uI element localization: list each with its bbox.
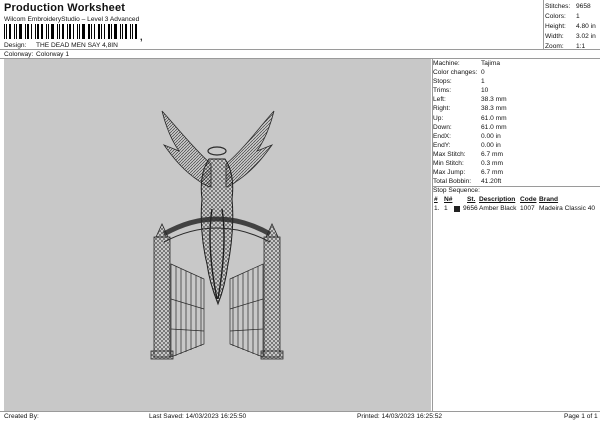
barcode-bar xyxy=(35,24,36,39)
barcode-bar xyxy=(122,24,123,39)
barcode-bar xyxy=(62,24,64,39)
barcode-bar xyxy=(9,24,11,39)
barcode-bar xyxy=(31,24,32,39)
info-row: Trims: 10 xyxy=(433,87,489,95)
footer-printed: Printed: 14/03/2023 16:25:52 xyxy=(357,413,443,420)
info-row: Stops: 1 xyxy=(433,78,485,86)
stop-sequence-row: 1. 1 9656 Amber Black 1007 Madeira Class… xyxy=(434,205,596,212)
barcode-bar xyxy=(6,24,7,39)
col-brand: Brand xyxy=(539,196,559,203)
stat-row: Height: 4.80 in xyxy=(545,23,596,30)
col-num: # xyxy=(434,196,438,203)
barcode-bar xyxy=(88,24,90,39)
barcode-bar xyxy=(14,24,15,39)
design-row: Design: THE DEAD MEN SAY 4,8IN xyxy=(4,42,118,49)
halo xyxy=(207,146,227,156)
info-row: Total Bobbin: 41.20ft xyxy=(433,178,502,186)
col-stitches: St. xyxy=(467,196,476,203)
col-description: Description xyxy=(479,196,516,203)
stop-sequence-title: Stop Sequence: xyxy=(433,187,480,194)
barcode-bar xyxy=(4,24,5,39)
info-row: EndY: 0.00 in xyxy=(433,141,501,149)
stats-panel: Stitches: 9658 Colors: 1 Height: 4.80 in Wi… xyxy=(545,2,599,52)
barcode-bar xyxy=(69,24,71,39)
barcode-bar xyxy=(46,24,47,39)
stat-row: Zoom: 1:1 xyxy=(545,43,586,50)
barcode-bar xyxy=(77,24,78,39)
stat-row: Width: 3.02 in xyxy=(545,33,596,40)
stat-row: Colors: 1 xyxy=(545,13,580,20)
barcode-bar xyxy=(104,24,105,39)
info-row: Min Stitch: 0.3 mm xyxy=(433,160,503,168)
info-row: Max Stitch: 6.7 mm xyxy=(433,150,503,158)
barcode-bar xyxy=(91,24,92,39)
stop-sequence-header: # N# St. Description Code Brand xyxy=(433,195,599,204)
barcode-bar xyxy=(41,24,43,39)
barcode-bar xyxy=(108,24,110,39)
barcode-bar xyxy=(37,24,39,39)
barcode-bar xyxy=(19,24,22,39)
software-name: Wilcom EmbroideryStudio – Level 3 Advanc… xyxy=(4,16,140,23)
barcode-bar xyxy=(132,24,133,39)
barcode-bar xyxy=(94,24,95,39)
col-code: Code xyxy=(520,196,537,203)
footer-page: Page 1 of 1 xyxy=(564,413,598,420)
barcode-bar xyxy=(98,24,100,39)
header-divider-1 xyxy=(0,49,600,50)
barcode-bar xyxy=(51,24,54,39)
worksheet-title: Production Worksheet xyxy=(4,2,126,14)
barcode-bar xyxy=(120,24,121,39)
barcode-bar xyxy=(48,24,49,39)
barcode-bar xyxy=(59,24,60,39)
info-row: Machine: Tajima xyxy=(433,60,501,67)
stat-row: Stitches: 9658 xyxy=(545,3,591,10)
angel-figure xyxy=(200,158,234,306)
stats-divider xyxy=(543,0,544,50)
worksheet-page: Production Worksheet Wilcom EmbroiderySt… xyxy=(0,0,600,424)
info-row: Left: 38.3 mm xyxy=(433,96,507,104)
machine-info-panel: Machine: Tajima Color changes: 0 Stops: 1 T… xyxy=(433,59,599,186)
col-n: N# xyxy=(444,196,453,203)
footer-created-by: Created By: xyxy=(4,413,39,420)
barcode-bar xyxy=(114,24,117,39)
barcode-bar xyxy=(67,24,68,39)
info-row: Max Jump: 6.7 mm xyxy=(433,169,503,177)
barcode-bar xyxy=(111,24,112,39)
right-gate xyxy=(229,263,264,358)
right-wing xyxy=(225,110,275,188)
colorway-value: Colorway 1 xyxy=(36,51,69,58)
left-gate xyxy=(170,263,205,358)
colorway-label: Colorway: xyxy=(4,51,34,58)
barcode-bar xyxy=(73,24,74,39)
barcode-bar xyxy=(82,24,85,39)
footer-last-saved: Last Saved: 14/03/2023 16:25:50 xyxy=(149,413,247,420)
info-row: Down: 61.0 mm xyxy=(433,123,507,131)
design-preview xyxy=(4,59,431,411)
info-row: Color changes: 0 xyxy=(433,69,485,77)
colorway-row: Colorway: Colorway 1 xyxy=(4,51,69,58)
left-pillar xyxy=(150,223,174,360)
barcode-bar xyxy=(135,24,137,39)
info-row: EndX: 0.00 in xyxy=(433,132,501,140)
design-value: THE DEAD MEN SAY 4,8IN xyxy=(36,42,118,49)
barcode-bar xyxy=(130,24,131,39)
footer-divider xyxy=(0,411,600,412)
design-label: Design: xyxy=(4,42,27,49)
barcode-bar xyxy=(27,24,29,39)
barcode-bar xyxy=(16,24,17,39)
right-pillar xyxy=(260,223,284,360)
barcode-bar xyxy=(125,24,127,39)
info-row: Right: 38.3 mm xyxy=(433,105,507,113)
thread-color-swatch xyxy=(454,205,460,212)
barcode-bar xyxy=(79,24,80,39)
barcode-bar xyxy=(57,24,58,39)
barcode-suffix: , xyxy=(140,32,143,42)
barcode-bar xyxy=(25,24,26,39)
barcode xyxy=(4,24,142,39)
embroidery-artwork xyxy=(150,110,284,360)
barcode-bar xyxy=(101,24,102,39)
info-row: Up: 61.0 mm xyxy=(433,114,507,122)
